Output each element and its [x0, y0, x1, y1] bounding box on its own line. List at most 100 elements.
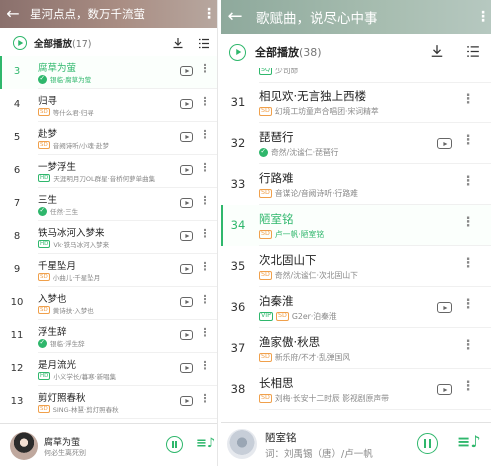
- mv-video-icon[interactable]: [180, 297, 193, 307]
- download-icon[interactable]: [165, 34, 191, 53]
- artist-text: 刘梅·长安十二时辰 影视剧原声带: [274, 394, 389, 403]
- track-artist-album: SD 音谋论/音阙诗听·行路难: [259, 188, 358, 199]
- track-artist-album: HD 小义学长/暮寒·新唱集: [38, 371, 116, 381]
- list-item[interactable]: 5 赴梦 SD 音阙诗听/小魂·赴梦 ⋮: [0, 122, 217, 155]
- list-item[interactable]: 31 相见欢·无言独上西楼 SD 幻境工坊童声合唱团·宋词精萃 ⋮: [221, 82, 491, 123]
- list-item[interactable]: 4 归寻 SD 等什么君·归寻 ⋮: [0, 89, 217, 122]
- mv-video-icon[interactable]: [437, 138, 452, 149]
- list-item[interactable]: 38 长相思 SD 刘梅·长安十二时辰 影视剧原声带 ⋮: [221, 369, 491, 410]
- artist-text: 音阙诗听/小魂·赴梦: [52, 142, 109, 150]
- more-options-icon[interactable]: ⋮: [199, 359, 211, 372]
- now-playing-indicator: [0, 56, 2, 89]
- mv-video-icon[interactable]: [437, 384, 452, 395]
- quality-badge: SD: [259, 394, 272, 403]
- more-options-icon[interactable]: ⋮: [461, 215, 475, 230]
- list-select-icon[interactable]: [455, 43, 491, 62]
- more-options-icon[interactable]: ⋮: [199, 194, 211, 207]
- list-item[interactable]: 36 泊秦淮 VIP SD G2er·泊秦淮 ⋮: [221, 287, 491, 328]
- mv-video-icon[interactable]: [180, 363, 193, 373]
- play-all-icon[interactable]: [13, 36, 27, 50]
- more-options-icon[interactable]: ⋮: [461, 174, 475, 189]
- more-options-icon[interactable]: ⋮: [199, 95, 211, 108]
- list-item[interactable]: 35 次北固山下 SD 奇然/沈谧仁·次北固山下 ⋮: [221, 246, 491, 287]
- list-item[interactable]: 7 三生任然·三生 ⋮: [0, 188, 217, 221]
- more-options-icon[interactable]: ⋮: [199, 227, 211, 240]
- download-icon[interactable]: [419, 43, 455, 62]
- list-item[interactable]: 6 一梦浮生 HD 天涯明月刀OL群星·音桥何萝单曲集 ⋮: [0, 155, 217, 188]
- list-item[interactable]: 13 剪灯照春秋 SD SING-林慧·剪灯照春秋 ⋮: [0, 386, 217, 419]
- list-item[interactable]: 10 入梦也 SD 黄诗扶·入梦也 ⋮: [0, 287, 217, 320]
- more-options-icon[interactable]: ⋮: [461, 92, 475, 107]
- track-number: 31: [230, 95, 246, 109]
- more-options-icon[interactable]: ⋮: [461, 297, 475, 312]
- track-artist-album: SD 等什么君·归寻: [38, 107, 94, 117]
- list-item-playing[interactable]: 34 陋室铭 SD 卢一帆·陋室铭 ⋮: [221, 205, 491, 246]
- list-select-icon[interactable]: [191, 34, 217, 53]
- more-options-icon[interactable]: ⋮: [199, 260, 211, 273]
- track-number: 11: [10, 330, 24, 341]
- more-options-icon[interactable]: ⋮: [461, 379, 475, 394]
- album-cover[interactable]: [10, 432, 38, 460]
- more-options-icon[interactable]: ⋮: [461, 256, 475, 271]
- quality-badge: VIP: [259, 312, 273, 321]
- track-number: 4: [13, 99, 21, 110]
- list-item[interactable]: 32 琵琶行奇然/沈谧仁·琵琶行 ⋮: [221, 123, 491, 164]
- play-all-button[interactable]: 全部播放(38): [255, 44, 322, 60]
- mv-video-icon[interactable]: [180, 396, 193, 406]
- quality-badge: SD: [38, 272, 50, 282]
- more-menu-icon[interactable]: ⋮: [201, 6, 217, 22]
- now-playing-lyric: 词：刘禹锡（唐）/卢一帆: [265, 449, 373, 460]
- pause-icon[interactable]: [417, 433, 438, 454]
- pause-icon[interactable]: [166, 436, 183, 453]
- track-artist-album: SD 小曲儿·千星坠月: [38, 272, 100, 282]
- track-artist-album: SD SING-林慧·剪灯照春秋: [38, 404, 119, 414]
- more-menu-icon[interactable]: ⋮: [475, 9, 491, 25]
- track-artist-album: 银临·浮生辞: [38, 338, 85, 348]
- quality-badge: SD: [259, 271, 272, 280]
- more-options-icon[interactable]: ⋮: [199, 62, 211, 75]
- track-number: 6: [13, 165, 21, 176]
- mini-player[interactable]: 腐草为萤 何必生离死别 ≡♪: [0, 423, 217, 466]
- track-number: 9: [13, 264, 21, 275]
- list-item[interactable]: 12 是月流光 HD 小义学长/暮寒·新唱集 ⋮: [0, 353, 217, 386]
- track-artist-album: 任然·三生: [38, 206, 78, 216]
- mv-video-icon[interactable]: [437, 302, 452, 313]
- track-artist-album: 奇然/沈谧仁·琵琶行: [259, 147, 338, 158]
- mv-video-icon[interactable]: [180, 198, 193, 208]
- mv-video-icon[interactable]: [180, 132, 193, 142]
- more-options-icon[interactable]: ⋮: [199, 326, 211, 339]
- playlist-icon[interactable]: ≡♪: [457, 432, 481, 451]
- list-item-partial[interactable]: 30SQ少司命⋮: [221, 68, 491, 82]
- mv-video-icon[interactable]: [180, 330, 193, 340]
- more-options-icon[interactable]: ⋮: [461, 133, 475, 148]
- back-arrow-icon[interactable]: ←: [2, 6, 24, 22]
- list-item[interactable]: 8 铁马冰河入梦来 HD Vk·铁马冰河入梦来 ⋮: [0, 221, 217, 254]
- mv-video-icon[interactable]: [180, 231, 193, 241]
- album-cover[interactable]: [227, 429, 257, 459]
- play-all-icon[interactable]: [229, 43, 246, 61]
- mv-video-icon[interactable]: [180, 99, 193, 109]
- right-phone-screen: ← 歌赋曲，说尽心中事 ⋮ 全部播放(38) 30SQ少司命⋮ 31 相见欢·无言独…: [221, 0, 491, 466]
- more-options-icon[interactable]: ⋮: [199, 293, 211, 306]
- track-number: 36: [230, 300, 246, 314]
- list-item-playing[interactable]: 3 腐草为萤银临·腐草为萤 ⋮: [0, 56, 217, 89]
- artist-text: 小义学长/暮寒·新唱集: [53, 373, 117, 381]
- playlist-icon[interactable]: ≡♪: [196, 436, 215, 451]
- mv-video-icon[interactable]: [180, 66, 193, 76]
- more-options-icon[interactable]: ⋮: [199, 161, 211, 174]
- track-artist-album: SD 奇然/沈谧仁·次北固山下: [259, 270, 358, 281]
- more-options-icon[interactable]: ⋮: [199, 392, 211, 405]
- more-options-icon[interactable]: ⋮: [461, 338, 475, 353]
- list-item[interactable]: 33 行路难 SD 音谋论/音阙诗听·行路难 ⋮: [221, 164, 491, 205]
- list-item[interactable]: 9 千星坠月 SD 小曲儿·千星坠月 ⋮: [0, 254, 217, 287]
- back-arrow-icon[interactable]: ←: [224, 8, 246, 26]
- mv-video-icon[interactable]: [180, 165, 193, 175]
- more-options-icon[interactable]: ⋮: [199, 128, 211, 141]
- mini-player[interactable]: 陋室铭 词：刘禹锡（唐）/卢一帆 ≡♪: [221, 422, 491, 466]
- mv-video-icon[interactable]: [180, 264, 193, 274]
- list-item[interactable]: 11 浮生辞银临·浮生辞 ⋮: [0, 320, 217, 353]
- play-all-button[interactable]: 全部播放(17): [34, 36, 92, 50]
- track-artist-album: SD 幻境工坊童声合唱团·宋词精萃: [259, 106, 379, 117]
- list-item[interactable]: 37 渔家傲·秋思 SD 新乐府/不才·乱弹国风 ⋮: [221, 328, 491, 369]
- quality-badge: SD: [38, 404, 50, 414]
